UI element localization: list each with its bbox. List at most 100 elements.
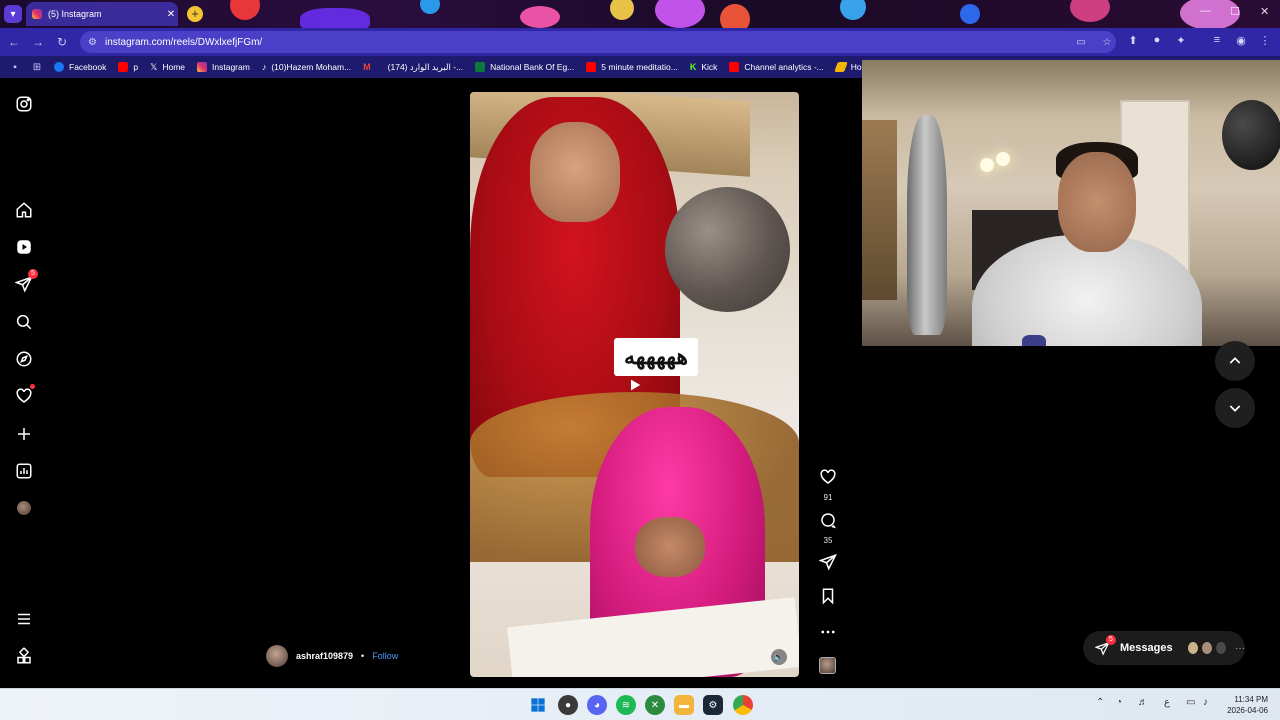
like-heart-icon[interactable] (819, 468, 837, 491)
url-text[interactable]: instagram.com/reels/DWxlxefjFGm/ (105, 37, 1064, 48)
tab-close-icon[interactable]: ✕ (164, 9, 178, 20)
address-bar[interactable]: ⚙ instagram.com/reels/DWxlxefjFGm/ ▭ ☆ (80, 31, 1116, 53)
site-info-icon[interactable]: ⚙ (88, 37, 97, 48)
tab-search-menu-icon[interactable]: ▾ (4, 5, 22, 23)
bookmark-tiktok[interactable]: ♪ (10)Hazem Moham... (256, 56, 357, 78)
bookmark-gmail-shortcut[interactable]: M (357, 56, 382, 78)
previous-reel-button[interactable] (1215, 341, 1255, 381)
bookmark-star-icon[interactable]: ☆ (1098, 37, 1116, 48)
instagram-icon (197, 62, 208, 72)
avatar (17, 501, 31, 515)
kick-icon: K (689, 62, 697, 72)
new-tab-button[interactable]: + (187, 6, 203, 22)
browser-menu-icon[interactable]: ⋮ (1257, 34, 1273, 47)
tiktok-icon: ♪ (261, 62, 267, 72)
bookmark-instagram[interactable]: Instagram (191, 56, 256, 78)
more-menu-icon[interactable] (14, 609, 34, 629)
pin-icon[interactable]: ⬆ (1125, 34, 1141, 47)
discord-icon[interactable]: ◕ (587, 695, 607, 715)
decoration (655, 0, 705, 28)
bookmark-meditation[interactable]: 5 minute meditatio... (580, 56, 684, 78)
notifications-heart-icon[interactable] (14, 384, 35, 406)
decoration (840, 0, 866, 20)
bookmark-nbe[interactable]: National Bank Of Eg... (469, 56, 580, 78)
decoration (720, 4, 750, 28)
bookmark-channel-analytics[interactable]: Channel analytics -... (723, 56, 829, 78)
windows-start-icon[interactable] (528, 695, 548, 715)
bookmark-facebook[interactable]: Facebook (48, 56, 112, 78)
drive-icon (833, 62, 848, 72)
install-app-icon[interactable]: ▭ (1072, 37, 1090, 48)
webcam-scene (996, 152, 1010, 166)
comment-icon[interactable] (819, 511, 837, 534)
author-separator: • (361, 651, 365, 661)
author-avatar[interactable] (266, 645, 288, 667)
audio-thumbnail[interactable] (819, 657, 836, 674)
language-indicator[interactable]: ع (1164, 697, 1170, 708)
media-control-icon[interactable]: ≡ (1209, 34, 1225, 46)
extensions-puzzle-icon[interactable]: ✦ (1173, 34, 1189, 47)
maximize-icon[interactable]: ☐ (1230, 5, 1240, 18)
app-record-icon[interactable]: ● (558, 695, 578, 715)
bookmark-x-home[interactable]: 𝕏 Home (144, 56, 191, 78)
tray-overflow-icon[interactable]: ⌃ (1096, 697, 1104, 708)
decoration (230, 0, 260, 20)
messages-button[interactable]: 5 Messages ··· (1083, 631, 1245, 665)
steam-icon[interactable]: ⚙ (703, 695, 723, 715)
instagram-logo-icon[interactable] (14, 94, 34, 114)
spotify-icon[interactable]: ≋ (616, 695, 636, 715)
clock-date: 2026-04-06 (1227, 706, 1268, 715)
reload-icon[interactable]: ↻ (54, 34, 70, 50)
messages-icon: 5 (1095, 635, 1116, 656)
sidebar-toggle-icon[interactable]: ▪ (8, 60, 22, 74)
instagram-sidebar: 5 (0, 78, 48, 688)
webcam-scene (980, 158, 994, 172)
bookmark-p[interactable]: p (112, 56, 144, 78)
author-username[interactable]: ashraf109879 (296, 651, 353, 661)
close-window-icon[interactable]: ✕ (1260, 5, 1269, 18)
webcam-scene (862, 120, 897, 300)
xbox-icon[interactable]: ✕ (645, 695, 665, 715)
explore-compass-icon[interactable] (14, 349, 34, 369)
share-icon[interactable] (818, 553, 837, 576)
also-from-meta-icon[interactable] (14, 646, 34, 666)
messages-label: Messages (1120, 642, 1173, 654)
profile-avatar[interactable] (14, 498, 34, 518)
bookmark-gmail-inbox[interactable]: (174) البريد الوارد -... (382, 56, 470, 78)
follow-button[interactable]: Follow (372, 651, 398, 661)
bookmark-kick[interactable]: K Kick (684, 56, 724, 78)
play-icon[interactable] (626, 376, 644, 394)
more-dots-icon[interactable] (819, 623, 837, 646)
monitor-icon[interactable]: ▭ (1186, 697, 1195, 708)
youtube-icon (586, 62, 597, 72)
chrome-icon[interactable] (733, 695, 753, 715)
webcam-scene (1022, 335, 1046, 346)
create-plus-icon[interactable] (14, 424, 34, 444)
dashboard-chart-icon[interactable] (14, 461, 34, 481)
tab-instagram[interactable]: (5) Instagram ✕ (26, 2, 178, 26)
taskbar-clock[interactable]: 11:34 PM 2026-04-06 (1198, 694, 1268, 716)
network-icon[interactable]: ◔ (1116, 697, 1122, 708)
minimize-icon[interactable]: — (1200, 5, 1211, 17)
mute-icon[interactable]: 🔈 (771, 649, 787, 665)
back-icon[interactable]: ← (6, 34, 22, 50)
video-caption: هههههه (614, 338, 698, 376)
extension-circle-icon[interactable]: ● (1149, 34, 1165, 46)
reel-video[interactable]: هههههه 🔈 (470, 92, 799, 677)
decoration (420, 0, 440, 14)
decoration (610, 0, 634, 20)
next-reel-button[interactable] (1215, 388, 1255, 428)
forward-icon[interactable]: → (30, 34, 46, 50)
youtube-icon (729, 62, 740, 72)
webcam-scene (1222, 100, 1280, 170)
profile-avatar-icon[interactable]: ◉ (1233, 34, 1249, 47)
apps-grid-icon[interactable]: ⊞ (30, 60, 44, 74)
microphone-icon[interactable]: ♬ (1138, 697, 1148, 708)
file-explorer-icon[interactable]: ▬ (674, 695, 694, 715)
search-icon[interactable] (14, 312, 34, 332)
reels-icon[interactable] (14, 237, 34, 257)
chevron-up-icon (1229, 357, 1241, 364)
bookmark-icon[interactable] (819, 587, 837, 610)
direct-messages-icon[interactable]: 5 (14, 269, 38, 294)
home-icon[interactable] (14, 200, 34, 220)
